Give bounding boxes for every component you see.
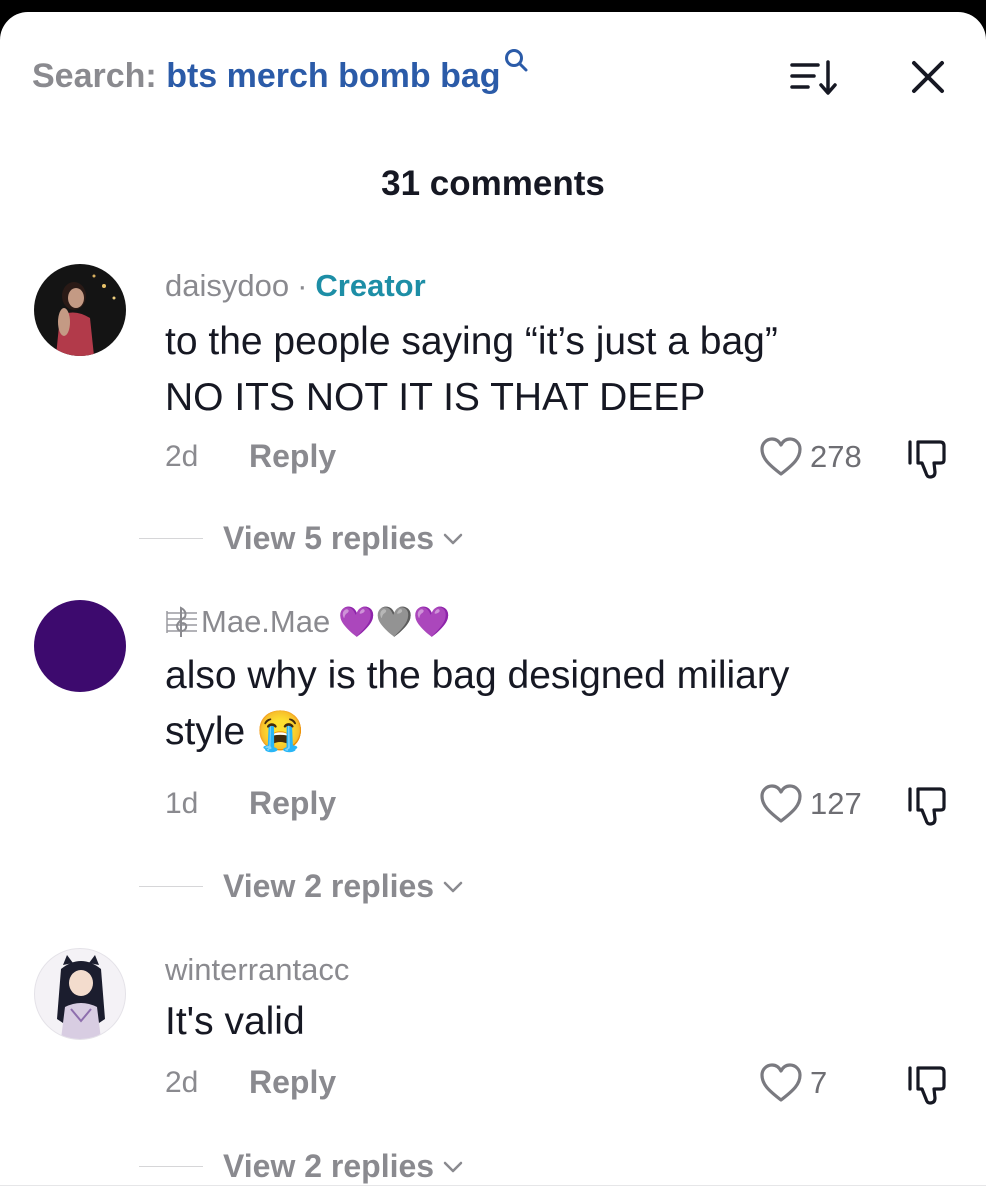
chevron-down-icon	[443, 881, 463, 892]
search-prefix: Search:	[32, 57, 157, 95]
reply-button[interactable]: Reply	[249, 1064, 336, 1101]
comment-time: 2d	[165, 1066, 199, 1099]
like-button[interactable]: 278	[758, 436, 862, 478]
sort-icon[interactable]	[786, 56, 838, 100]
avatar[interactable]	[34, 948, 126, 1040]
comment-time: 2d	[165, 440, 199, 473]
search-link[interactable]: Search: bts merch bomb bag	[32, 49, 528, 96]
like-button[interactable]: 7	[758, 1062, 827, 1104]
divider	[0, 1185, 986, 1186]
search-query[interactable]: bts merch bomb bag	[166, 57, 500, 95]
reply-thread-line	[139, 538, 203, 539]
username[interactable]: winterrantacc	[165, 952, 349, 988]
comment-text-line: to the people saying “it’s just a bag”	[165, 320, 778, 363]
comments-sheet: Search: bts merch bomb bag 31 comments d…	[0, 12, 986, 1200]
view-replies-button[interactable]: View 5 replies	[139, 520, 464, 557]
comment-header: Mae.Mae 💜🩶💜	[165, 604, 450, 640]
comment-text: It's valid	[165, 994, 955, 1050]
chevron-down-icon	[443, 1161, 463, 1172]
heart-icon	[760, 1063, 802, 1102]
view-replies-label: View 5 replies	[223, 520, 435, 556]
heart-icon	[760, 784, 802, 823]
like-button[interactable]: 127	[758, 783, 862, 825]
dislike-icon[interactable]	[904, 1062, 950, 1108]
reply-button[interactable]: Reply	[249, 438, 336, 475]
reply-thread-line	[139, 886, 203, 887]
like-count: 7	[810, 1065, 828, 1100]
creator-badge: Creator	[315, 268, 426, 303]
like-count: 127	[810, 786, 862, 821]
comment-text-line: NO ITS NOT IT IS THAT DEEP	[165, 376, 706, 419]
comment-time: 1d	[165, 787, 199, 820]
comment-text-line: style 😭	[165, 710, 305, 753]
view-replies-button[interactable]: View 2 replies	[139, 1148, 464, 1185]
comment-header: winterrantacc	[165, 952, 349, 988]
comment-text: to the people saying “it’s just a bag” N…	[165, 314, 955, 426]
comment-text-line: It's valid	[165, 1000, 305, 1043]
username[interactable]: daisydoo	[165, 268, 289, 304]
avatar[interactable]	[34, 600, 126, 692]
username[interactable]: Mae.Mae	[201, 604, 330, 640]
comment-header: daisydoo · Creator	[165, 268, 426, 304]
heart-icon	[760, 437, 802, 476]
dislike-icon[interactable]	[904, 436, 950, 482]
comment-text-line: also why is the bag designed miliary	[165, 654, 790, 697]
view-replies-label: View 2 replies	[223, 1148, 435, 1184]
reply-thread-line	[139, 1166, 203, 1167]
close-icon[interactable]	[905, 54, 951, 100]
avatar[interactable]	[34, 264, 126, 356]
reply-button[interactable]: Reply	[249, 785, 336, 822]
comment-count: 31 comments	[381, 164, 605, 203]
dislike-icon[interactable]	[904, 783, 950, 829]
separator: ·	[297, 268, 308, 303]
like-count: 278	[810, 439, 862, 474]
username-emoji: 💜🩶💜	[338, 604, 451, 640]
view-replies-button[interactable]: View 2 replies	[139, 868, 464, 905]
chevron-down-icon	[443, 533, 463, 544]
search-icon	[504, 49, 528, 72]
comment-text: also why is the bag designed miliary sty…	[165, 648, 955, 760]
view-replies-label: View 2 replies	[223, 868, 435, 904]
music-score-icon	[166, 606, 197, 637]
